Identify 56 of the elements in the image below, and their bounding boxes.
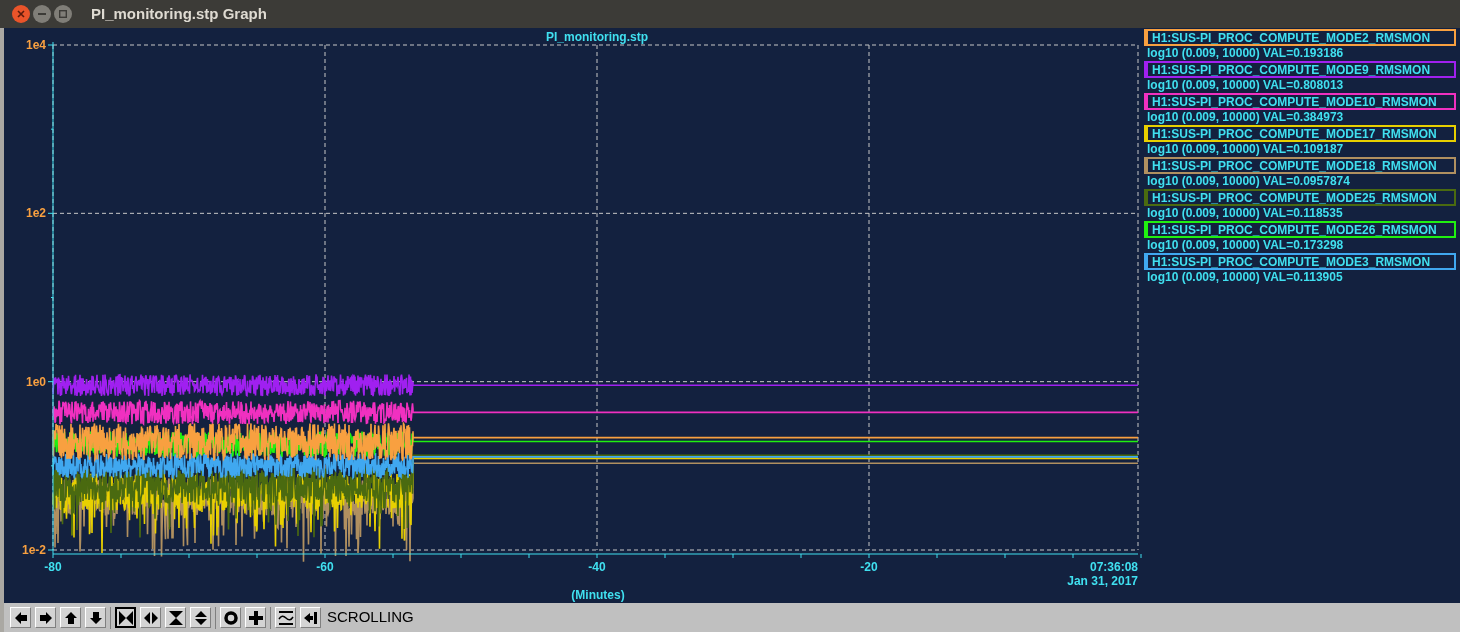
minimize-button[interactable] bbox=[33, 5, 51, 23]
channel-label[interactable]: H1:SUS-PI_PROC_COMPUTE_MODE17_RMSMON bbox=[1144, 125, 1456, 142]
channel-scale: log10 (0.009, 10000) VAL=0.808013 bbox=[1146, 78, 1345, 93]
channel-scale: log10 (0.009, 10000) VAL=0.193186 bbox=[1146, 46, 1345, 61]
right-icon bbox=[37, 609, 54, 626]
end-time: 07:36:08 bbox=[1089, 560, 1138, 574]
y-tick-label: 1e4 bbox=[25, 38, 46, 52]
close-button[interactable] bbox=[12, 5, 30, 23]
zoom-both-icon bbox=[117, 609, 134, 626]
x-tick-label: -60 bbox=[316, 560, 334, 574]
wave-icon bbox=[277, 609, 294, 626]
zoom-x-icon bbox=[142, 609, 159, 626]
channel-scale: log10 (0.009, 10000) VAL=0.109187 bbox=[1146, 142, 1345, 157]
channel-scale: log10 (0.009, 10000) VAL=0.113905 bbox=[1146, 270, 1344, 285]
right-button[interactable] bbox=[35, 607, 56, 628]
channel-scale: log10 (0.009, 10000) VAL=0.118535 bbox=[1146, 206, 1344, 221]
expand-y-button[interactable] bbox=[190, 607, 211, 628]
channel-label[interactable]: H1:SUS-PI_PROC_COMPUTE_MODE10_RMSMON bbox=[1144, 93, 1456, 110]
x-tick-label: -20 bbox=[860, 560, 878, 574]
plus-icon bbox=[247, 609, 264, 626]
mode-label: SCROLLING bbox=[327, 607, 414, 628]
channel-label[interactable]: H1:SUS-PI_PROC_COMPUTE_MODE9_RMSMON bbox=[1144, 61, 1456, 78]
chart-title: PI_monitoring.stp bbox=[546, 30, 648, 44]
maximize-button[interactable] bbox=[54, 5, 72, 23]
end-date: Jan 31, 2017 bbox=[1067, 574, 1138, 588]
channel-scale: log10 (0.009, 10000) VAL=0.384973 bbox=[1146, 110, 1345, 125]
plus-button[interactable] bbox=[245, 607, 266, 628]
channel-scale: log10 (0.009, 10000) VAL=0.0957874 bbox=[1146, 174, 1351, 189]
channel-label[interactable]: H1:SUS-PI_PROC_COMPUTE_MODE18_RMSMON bbox=[1144, 157, 1456, 174]
end-button[interactable] bbox=[300, 607, 321, 628]
wave-button[interactable] bbox=[275, 607, 296, 628]
window-title: PI_monitoring.stp Graph bbox=[91, 3, 267, 24]
channel-scale: log10 (0.009, 10000) VAL=0.173298 bbox=[1146, 238, 1345, 253]
x-tick-label: -40 bbox=[588, 560, 606, 574]
channel-label[interactable]: H1:SUS-PI_PROC_COMPUTE_MODE2_RMSMON bbox=[1144, 29, 1456, 46]
channel-label[interactable]: H1:SUS-PI_PROC_COMPUTE_MODE3_RMSMON bbox=[1144, 253, 1456, 270]
zoom-y-icon bbox=[167, 609, 184, 626]
down-button[interactable] bbox=[85, 607, 106, 628]
channel-label[interactable]: H1:SUS-PI_PROC_COMPUTE_MODE25_RMSMON bbox=[1144, 189, 1456, 206]
y-tick-label: 1e2 bbox=[25, 206, 46, 221]
zoom-x-button[interactable] bbox=[140, 607, 161, 628]
minimize-icon bbox=[38, 13, 46, 15]
left-button[interactable] bbox=[10, 607, 31, 628]
x-tick-label: -80 bbox=[44, 560, 62, 574]
up-button[interactable] bbox=[60, 607, 81, 628]
maximize-icon bbox=[59, 10, 67, 18]
channel-label[interactable]: H1:SUS-PI_PROC_COMPUTE_MODE26_RMSMON bbox=[1144, 221, 1456, 238]
circle-button[interactable] bbox=[220, 607, 241, 628]
x-axis-label: (Minutes) bbox=[571, 588, 625, 602]
end-icon bbox=[302, 609, 319, 626]
y-tick-label: 1e-2 bbox=[21, 543, 46, 557]
zoom-y-button[interactable] bbox=[165, 607, 186, 628]
circle-icon bbox=[222, 609, 239, 626]
zoom-both-button[interactable] bbox=[115, 607, 136, 628]
close-icon bbox=[17, 10, 25, 18]
y-tick-label: 1e0 bbox=[25, 374, 46, 389]
